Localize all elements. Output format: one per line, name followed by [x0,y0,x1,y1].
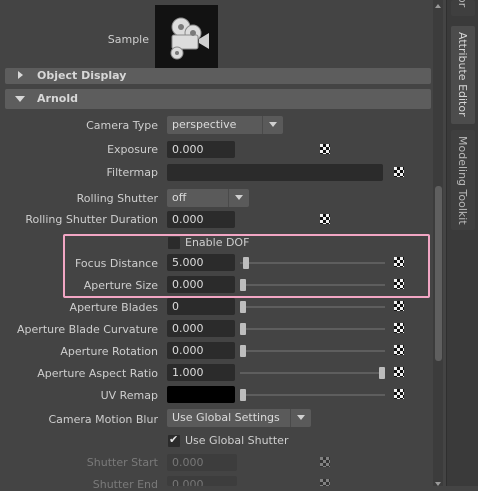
enable-dof-label: Enable DOF [185,236,250,249]
sample-label: Sample [107,33,149,46]
rolling-shutter-duration-label: Rolling Shutter Duration [25,213,158,226]
filtermap-map-button-icon[interactable] [394,167,404,177]
uv-remap-slider-handle[interactable] [240,389,246,401]
chevron-down-icon [262,116,283,134]
rolling-shutter-dropdown[interactable]: off [167,189,249,207]
aperture-blades-field[interactable]: 0 [167,298,235,315]
exposure-label: Exposure [107,143,158,156]
tab-label: Modeling Toolkit [456,136,469,225]
aperture-blade-curvature-field[interactable]: 0.000 [167,320,235,337]
shutter-end-map-button-icon [320,479,330,486]
scroll-up-arrow-icon[interactable] [433,0,443,8]
enable-dof-checkbox[interactable] [168,237,180,249]
tab-attribute-editor[interactable]: Attribute Editor [451,26,475,124]
rolling-shutter-value: off [172,191,187,204]
shutter-end-field: 0.000 [167,476,237,486]
chevron-down-icon [228,189,249,207]
aperture-size-label: Aperture Size [83,279,158,292]
aperture-rotation-slider-handle[interactable] [240,345,246,357]
shutter-end-label: Shutter End [92,478,158,491]
tab-label: or [456,0,469,8]
camera-motion-blur-label: Camera Motion Blur [48,413,158,426]
aperture-blade-curvature-label: Aperture Blade Curvature [17,323,158,336]
sample-swatch [155,5,218,68]
aperture-blade-curvature-slider-track[interactable] [240,328,385,330]
aperture-aspect-ratio-map-button-icon[interactable] [394,367,404,377]
aperture-size-field[interactable]: 0.000 [167,276,235,293]
section-collapsed-icon [18,71,23,79]
aperture-aspect-ratio-slider-handle[interactable] [379,367,385,379]
aperture-rotation-slider-track[interactable] [240,350,385,352]
aperture-blade-curvature-slider-handle[interactable] [240,323,246,335]
aperture-rotation-label: Aperture Rotation [60,345,158,358]
aperture-blades-label: Aperture Blades [69,301,158,314]
aperture-aspect-ratio-label: Aperture Aspect Ratio [37,367,158,380]
shutter-start-field: 0.000 [167,454,237,471]
aperture-size-slider-track[interactable] [240,284,385,286]
shutter-start-label: Shutter Start [86,456,158,469]
camera-motion-blur-value: Use Global Settings [172,411,280,424]
exposure-map-button-icon[interactable] [320,144,330,154]
side-tab-strip: or Attribute Editor Modeling Toolkit [446,0,478,486]
camera-type-label: Camera Type [86,119,158,132]
section-arnold[interactable]: Arnold [5,89,431,109]
aperture-size-slider-handle[interactable] [240,279,246,291]
aperture-rotation-map-button-icon[interactable] [394,345,404,355]
aperture-blade-curvature-map-button-icon[interactable] [394,323,404,333]
aperture-blades-map-button-icon[interactable] [394,301,404,311]
aperture-aspect-ratio-field[interactable]: 1.000 [167,364,235,381]
focus-distance-slider-handle[interactable] [242,257,249,269]
rolling-shutter-label: Rolling Shutter [76,192,158,205]
tab-partial[interactable]: or [451,0,475,16]
aperture-blades-slider-track[interactable] [240,306,385,308]
filtermap-label: Filtermap [106,166,159,179]
shutter-start-map-button-icon [320,457,330,467]
uv-remap-slider-track[interactable] [240,394,385,396]
camera-icon [170,17,209,60]
tab-modeling-toolkit[interactable]: Modeling Toolkit [451,130,475,230]
rolling-shutter-duration-map-button-icon[interactable] [320,214,330,224]
rolling-shutter-duration-field[interactable]: 0.000 [167,211,235,228]
section-title: Arnold [37,92,78,105]
section-title: Object Display [37,69,127,82]
chevron-down-icon [290,409,311,427]
uv-remap-map-button-icon[interactable] [394,389,404,399]
camera-type-value: perspective [172,118,237,131]
camera-motion-blur-dropdown[interactable]: Use Global Settings [167,409,311,427]
uv-remap-color-swatch[interactable] [167,386,235,403]
uv-remap-label: UV Remap [100,389,158,402]
focus-distance-field[interactable]: 5.000 [167,254,235,271]
aperture-rotation-field[interactable]: 0.000 [167,342,235,359]
filtermap-field[interactable] [167,164,383,181]
section-object-display[interactable]: Object Display [5,68,431,84]
section-expanded-icon [15,96,25,102]
aperture-size-map-button-icon[interactable] [394,279,404,289]
camera-type-dropdown[interactable]: perspective [167,116,283,134]
scroll-down-arrow-icon[interactable] [433,478,443,486]
focus-distance-label: Focus Distance [74,257,158,270]
scrollbar-thumb[interactable] [435,186,442,361]
tab-label: Attribute Editor [456,32,469,117]
focus-distance-slider-track[interactable] [240,262,385,264]
use-global-shutter-label: Use Global Shutter [185,434,289,447]
exposure-field[interactable]: 0.000 [167,141,235,158]
aperture-blades-slider-handle[interactable] [240,301,246,313]
focus-distance-map-button-icon[interactable] [394,257,404,267]
use-global-shutter-checkbox[interactable] [168,433,180,447]
aperture-aspect-ratio-slider-track[interactable] [240,372,385,374]
